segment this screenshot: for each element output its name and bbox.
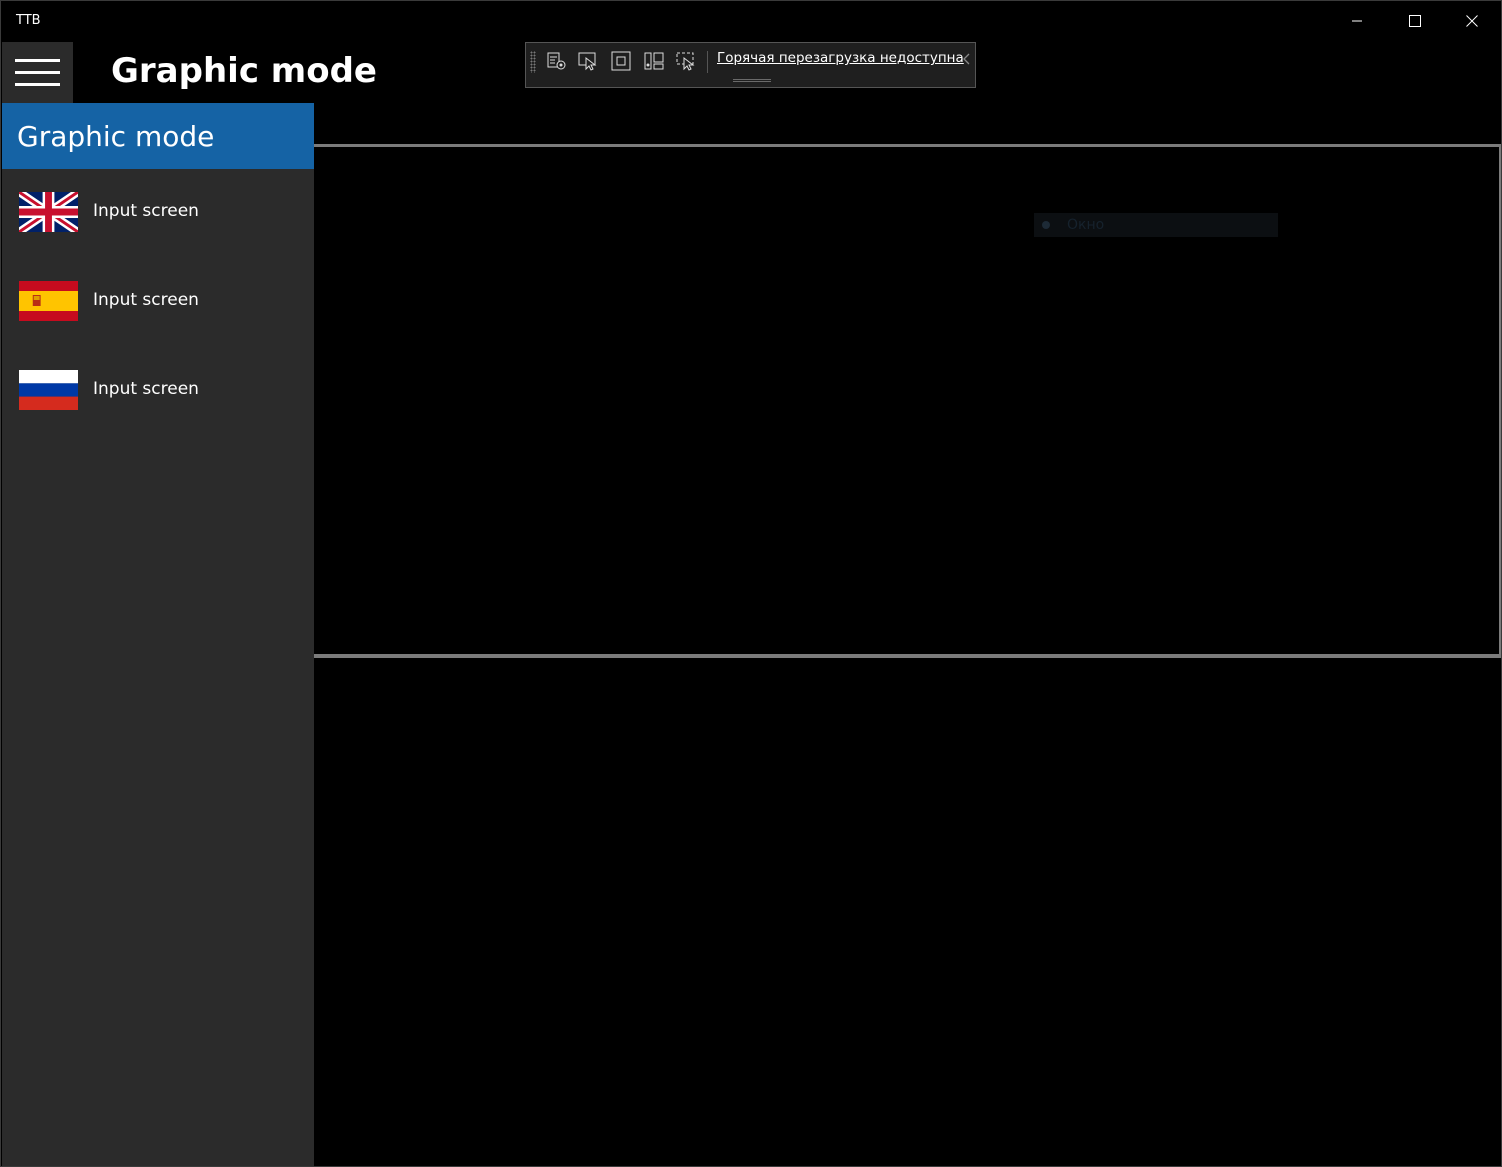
preview-selection-button[interactable] [673,49,697,73]
toolbar-divider [707,51,708,73]
track-focus-icon [644,52,664,70]
select-element-button[interactable] [576,49,600,73]
toolbar-expand-handle[interactable] [733,79,771,82]
live-visual-tree-icon [547,52,566,70]
nav-header-graphic-mode[interactable]: Graphic mode [2,103,314,169]
collapse-toolbar-button[interactable] [960,51,974,67]
nav-item-english[interactable]: Input screen [2,170,314,259]
nav-item-spanish[interactable]: Input screen [2,259,314,348]
app-window: TTB Graphic mode Горячая перезагрузка не… [0,0,1502,1167]
hamburger-line [15,71,60,74]
page-title: Graphic mode [111,51,377,91]
uk-flag-icon [19,192,78,232]
window-title: TTB [16,13,41,28]
title-bar: TTB [1,1,1501,41]
minimize-icon [1352,20,1362,22]
chevron-left-icon [963,53,970,65]
xaml-debug-toolbar: Горячая перезагрузка недоступна [525,42,976,88]
window-chip-label: Окно [1067,217,1105,233]
window-chip-dot [1042,221,1050,229]
minimize-button[interactable] [1329,1,1385,41]
top-content-panel: Окно [314,144,1501,658]
russia-flag-icon [19,370,78,410]
hamburger-line [15,83,60,86]
close-button[interactable] [1444,1,1500,41]
navigation-pane: Graphic mode Input screen Input screen I… [2,103,314,1166]
display-layout-adorners-icon [611,51,631,71]
window-chip[interactable]: Окно [1034,213,1278,237]
nav-item-russian[interactable]: Input screen [2,348,314,437]
bottom-content-panel [314,654,1501,1166]
nav-header-label: Graphic mode [17,119,215,153]
hamburger-menu-button[interactable] [2,42,73,103]
maximize-icon [1409,15,1421,27]
hamburger-line [15,59,60,62]
display-layout-adorners-button[interactable] [609,49,633,73]
close-icon [1466,15,1478,27]
live-visual-tree-button[interactable] [545,49,569,73]
toolbar-grip-handle[interactable] [530,51,536,73]
nav-item-label: Input screen [93,379,199,399]
maximize-button[interactable] [1387,1,1443,41]
preview-selection-icon [676,52,695,71]
hot-reload-status-link[interactable]: Горячая перезагрузка недоступна [717,50,964,66]
select-element-icon [578,52,597,71]
track-focus-button[interactable] [642,49,666,73]
nav-item-label: Input screen [93,290,199,310]
spain-flag-icon [19,281,78,321]
nav-item-label: Input screen [93,201,199,221]
